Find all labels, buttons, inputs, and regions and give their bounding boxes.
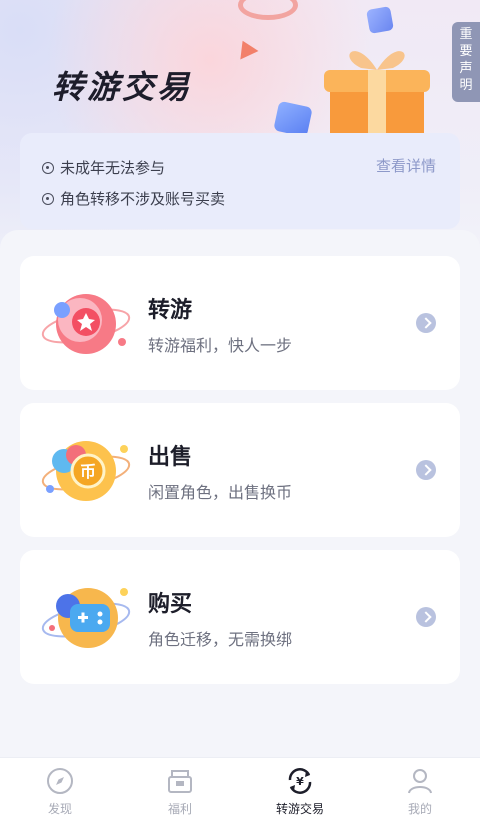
decor-ring (238, 0, 298, 20)
info-text: 角色转移不涉及账号买卖 (60, 190, 226, 208)
card-subtitle: 角色迁移，无需换绑 (148, 630, 293, 649)
notice-char: 明 (459, 78, 473, 93)
gift-box-illustration (324, 51, 430, 142)
main-panel: 转游 转游福利，快人一步 币 出售 闲置角色，出售换币 购买 角色迁移，无需换绑 (0, 230, 480, 760)
decor-cone (233, 36, 259, 60)
chevron-right-icon[interactable] (416, 313, 436, 333)
card-transfer[interactable]: 转游 转游福利，快人一步 (20, 256, 460, 390)
chevron-right-icon[interactable] (416, 460, 436, 480)
bullet-icon (42, 161, 54, 174)
tab-label: 发现 (47, 802, 72, 816)
compass-icon (47, 768, 73, 794)
gift-box-icon (168, 770, 192, 793)
tab-mine[interactable]: 我的 (360, 758, 480, 821)
star-planet-icon (41, 294, 131, 354)
notice-char: 要 (459, 44, 473, 59)
notice-char: 重 (459, 27, 473, 42)
info-row: 未成年无法参与 (42, 157, 165, 178)
bottom-tab-bar: 发现 福利 ¥ 转游交易 我的 (0, 757, 480, 821)
card-subtitle: 转游福利，快人一步 (148, 336, 293, 355)
svg-text:¥: ¥ (296, 775, 304, 788)
yuan-exchange-icon: ¥ (288, 768, 312, 794)
tab-label: 福利 (167, 802, 192, 816)
gamepad-planet-icon (41, 588, 131, 648)
tab-discover[interactable]: 发现 (0, 758, 120, 821)
decor-cube-small (366, 6, 394, 34)
tab-label: 转游交易 (275, 802, 324, 816)
bullet-icon (42, 192, 54, 205)
card-subtitle: 闲置角色，出售换币 (148, 483, 293, 502)
card-title: 购买 (148, 592, 193, 617)
notice-char: 声 (459, 61, 473, 76)
user-icon (408, 769, 432, 794)
info-box: 未成年无法参与 角色转移不涉及账号买卖 查看详情 (20, 133, 460, 229)
card-sell[interactable]: 币 出售 闲置角色，出售换币 (20, 403, 460, 537)
decor-cube (273, 100, 313, 138)
card-title: 转游 (148, 298, 193, 323)
info-text: 未成年无法参与 (60, 159, 166, 177)
card-title: 出售 (148, 445, 193, 470)
info-row: 角色转移不涉及账号买卖 (42, 188, 225, 209)
page-title: 转游交易 (52, 68, 193, 106)
tab-label: 我的 (407, 802, 432, 816)
coin-planet-icon: 币 (41, 441, 131, 501)
chevron-right-icon[interactable] (416, 607, 436, 627)
tab-transfer-trade[interactable]: ¥ 转游交易 (240, 758, 360, 821)
svg-text:币: 币 (80, 462, 96, 481)
important-notice-tab[interactable]: 重 要 声 明 (452, 22, 480, 102)
tab-welfare[interactable]: 福利 (120, 758, 240, 821)
view-details-link[interactable]: 查看详情 (376, 155, 436, 176)
card-buy[interactable]: 购买 角色迁移，无需换绑 (20, 550, 460, 684)
